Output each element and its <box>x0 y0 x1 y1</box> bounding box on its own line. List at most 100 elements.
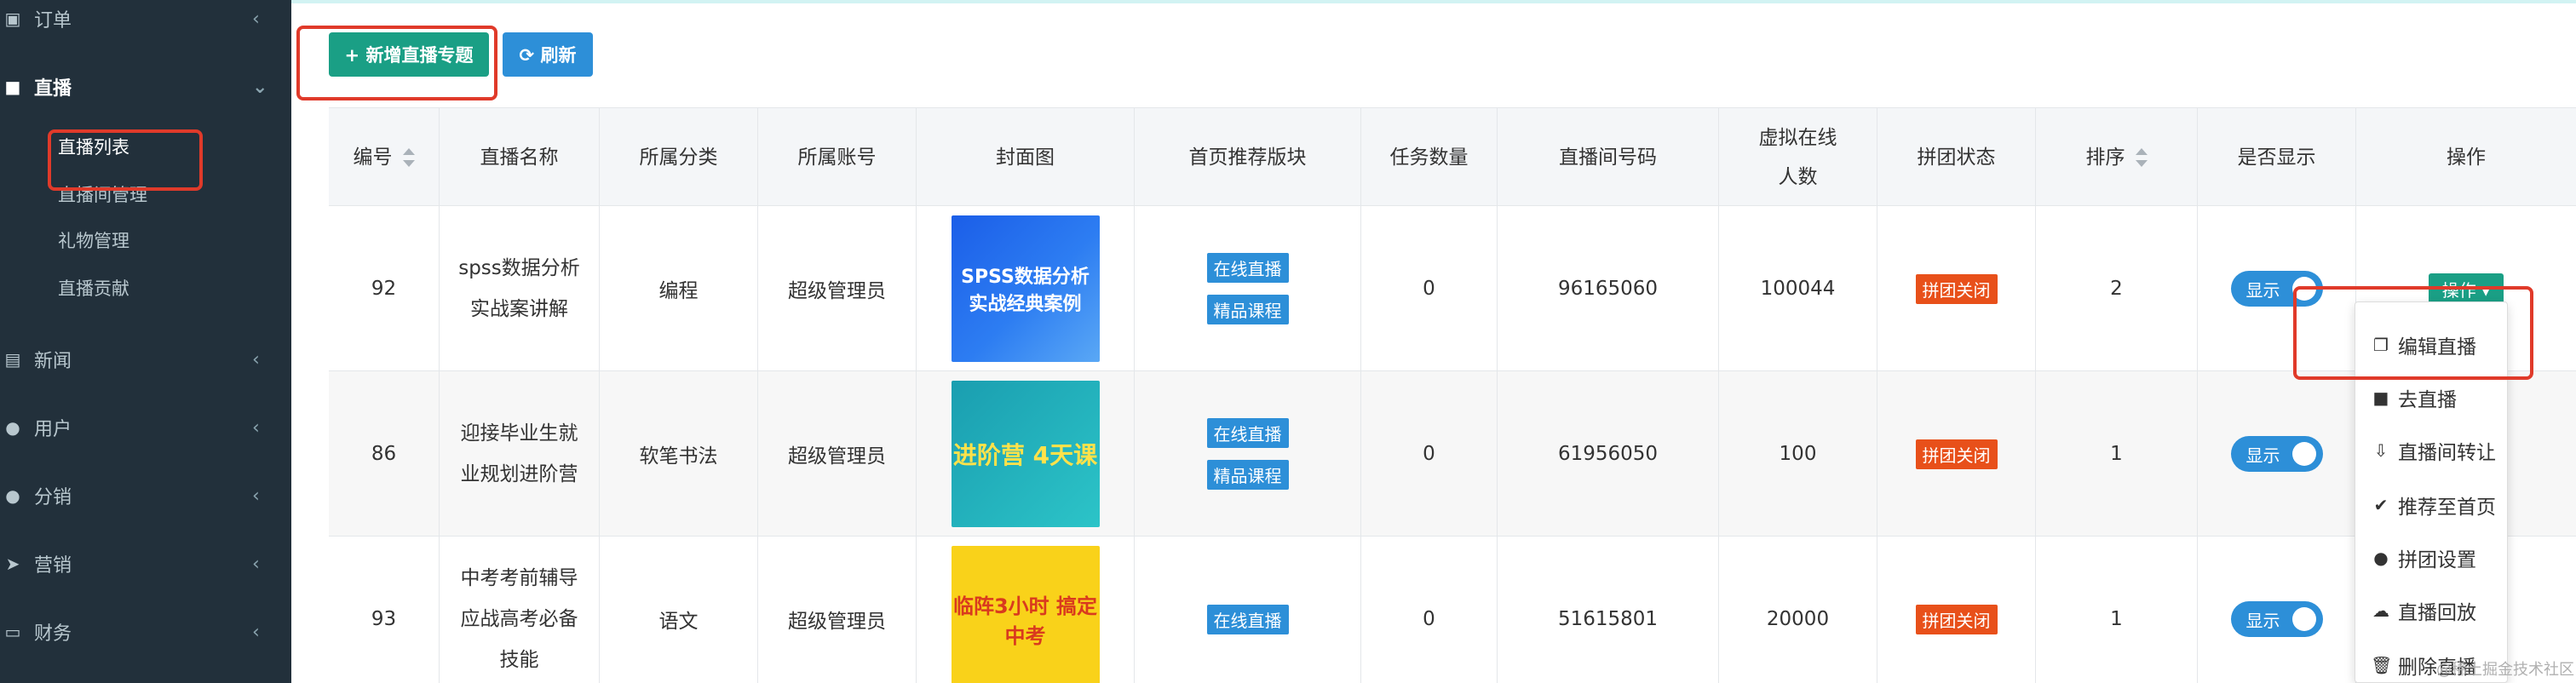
check-circle-icon: ✔ <box>2373 495 2389 515</box>
tag-online-live: 在线直播 <box>1206 253 1289 283</box>
money-icon: ▭ <box>4 622 21 642</box>
highlight-add-button <box>296 26 497 100</box>
cell-cover: 临阵3小时 搞定中考 <box>917 537 1135 683</box>
cell-visible: 显示 <box>2198 537 2356 683</box>
cell-recommend: 在线直播 <box>1135 537 1361 683</box>
group-status-badge: 拼团关闭 <box>1915 604 1998 634</box>
tag-premium-course: 精品课程 <box>1206 295 1289 324</box>
column-header-id[interactable]: 编号 <box>329 108 440 207</box>
menu-item-go-live[interactable]: ■ 去直播 <box>2371 381 2457 415</box>
sidebar-item-distribution[interactable]: ● 分销 ‹ <box>0 470 291 521</box>
cell-cover: SPSS数据分析 实战经典案例 <box>917 206 1135 371</box>
chevron-down-icon: ⌄ <box>252 76 268 98</box>
cover-image[interactable]: 临阵3小时 搞定中考 <box>951 546 1100 683</box>
cell-sort: 2 <box>2036 206 2198 371</box>
visible-toggle[interactable]: 显示 <box>2230 436 2323 472</box>
sidebar-item-live[interactable]: ■ 直播 ⌄ <box>0 61 291 112</box>
toggle-knob <box>2291 607 2316 631</box>
menu-item-replay[interactable]: ☁ 直播回放 <box>2371 594 2476 628</box>
column-header-category: 所属分类 <box>600 108 758 207</box>
cell-room-number: 96165060 <box>1498 206 1719 371</box>
chevron-left-icon: ‹ <box>252 553 260 575</box>
users-icon: ● <box>5 485 20 506</box>
paper-plane-icon: ➤ <box>5 554 20 574</box>
user-icon: ● <box>5 417 20 438</box>
tag-online-live: 在线直播 <box>1206 604 1289 634</box>
cell-name: 迎接毕业生就业规划进阶营 <box>440 371 600 537</box>
cell-id: 92 <box>329 206 440 371</box>
cell-sort: 1 <box>2036 371 2198 537</box>
chevron-left-icon: ‹ <box>252 8 260 30</box>
cell-account: 超级管理员 <box>758 537 917 683</box>
column-header-name: 直播名称 <box>440 108 600 207</box>
cell-tasks: 0 <box>1361 537 1498 683</box>
sort-icon[interactable] <box>402 148 415 167</box>
menu-item-group-settings[interactable]: ● 拼团设置 <box>2371 541 2476 575</box>
cell-name: 中考考前辅导应战高考必备技能 <box>440 537 600 683</box>
cell-cover: 进阶营 4天课 <box>917 371 1135 537</box>
live-name-text: spss数据分析实战案讲解 <box>458 257 580 320</box>
cell-sort: 1 <box>2036 537 2198 683</box>
cell-recommend: 在线直播 精品课程 <box>1135 371 1361 537</box>
column-header-group-status: 拼团状态 <box>1877 108 2036 207</box>
highlight-edit-live <box>2293 286 2533 380</box>
table-header: 编号 直播名称 所属分类 所属账号 封面图 首页推荐版块 任务数量 直播间号码 … <box>329 107 2576 207</box>
menu-item-recommend-home[interactable]: ✔ 推荐至首页 <box>2371 488 2496 522</box>
cell-room-number: 61956050 <box>1498 371 1719 537</box>
sidebar-item-users[interactable]: ● 用户 ‹ <box>0 402 291 453</box>
chevron-left-icon: ‹ <box>252 348 260 370</box>
sidebar-item-label: 营销 <box>34 555 72 577</box>
column-header-room-number: 直播间号码 <box>1498 108 1719 207</box>
sidebar-item-marketing[interactable]: ➤ 营销 ‹ <box>0 538 291 589</box>
video-icon: ■ <box>4 77 21 97</box>
image-icon: ▤ <box>4 349 21 370</box>
transfer-icon: ⇩ <box>2373 440 2389 461</box>
sidebar-subitem-contrib[interactable]: 直播贡献 <box>58 271 129 305</box>
cell-name: spss数据分析实战案讲解 <box>440 206 600 371</box>
cell-virtual-online: 20000 <box>1719 537 1877 683</box>
cover-image[interactable]: SPSS数据分析 实战经典案例 <box>951 215 1100 362</box>
highlight-live-list <box>48 129 203 191</box>
menu-item-transfer-room[interactable]: ⇩ 直播间转让 <box>2371 433 2496 468</box>
sort-icon[interactable] <box>2135 148 2148 167</box>
cell-id: 93 <box>329 537 440 683</box>
group-status-badge: 拼团关闭 <box>1915 273 1998 304</box>
chevron-left-icon: ‹ <box>252 416 260 439</box>
cloud-download-icon: ☁ <box>2372 600 2389 621</box>
sidebar-item-news[interactable]: ▤ 新闻 ‹ <box>0 334 291 385</box>
sidebar-item-label: 订单 <box>34 10 72 32</box>
cart-icon: ▣ <box>4 9 21 29</box>
table-row: 86 迎接毕业生就业规划进阶营 软笔书法 超级管理员 进阶营 4天课 在线直播 … <box>329 371 2576 537</box>
chevron-left-icon: ‹ <box>252 485 260 507</box>
refresh-button[interactable]: ⟳ 刷新 <box>503 32 593 77</box>
live-name-text: 中考考前辅导应战高考必备技能 <box>460 567 578 671</box>
cell-tasks: 0 <box>1361 206 1498 371</box>
cell-id: 86 <box>329 371 440 537</box>
table-row: 92 spss数据分析实战案讲解 编程 超级管理员 SPSS数据分析 实战经典案… <box>329 206 2576 371</box>
sidebar-item-orders[interactable]: ▣ 订单 ‹ <box>0 0 291 44</box>
column-header-recommend: 首页推荐版块 <box>1135 108 1361 207</box>
group-status-badge: 拼团关闭 <box>1915 439 1998 469</box>
cover-image[interactable]: 进阶营 4天课 <box>951 381 1100 527</box>
sidebar-item-label: 用户 <box>34 419 72 440</box>
tag-premium-course: 精品课程 <box>1206 460 1289 490</box>
top-divider <box>291 0 2576 3</box>
sidebar-subitem-gifts[interactable]: 礼物管理 <box>58 223 129 257</box>
trash-icon: 🗑 <box>2371 655 2393 675</box>
column-header-account: 所属账号 <box>758 108 917 207</box>
cell-recommend: 在线直播 精品课程 <box>1135 206 1361 371</box>
cell-group-status: 拼团关闭 <box>1877 206 2036 371</box>
sidebar: ▣ 订单 ‹ ■ 直播 ⌄ 直播列表 直播间管理 礼物管理 直播贡献 ▤ 新闻 … <box>0 0 291 683</box>
visible-toggle[interactable]: 显示 <box>2230 601 2323 637</box>
cell-virtual-online: 100044 <box>1719 206 1877 371</box>
cell-category: 语文 <box>600 537 758 683</box>
cell-account: 超级管理员 <box>758 371 917 537</box>
cell-tasks: 0 <box>1361 371 1498 537</box>
video-icon: ■ <box>2372 387 2389 408</box>
sidebar-item-finance[interactable]: ▭ 财务 ‹ <box>0 606 291 657</box>
column-header-sort[interactable]: 排序 <box>2036 108 2198 207</box>
sidebar-item-label: 新闻 <box>34 351 72 372</box>
tag-online-live: 在线直播 <box>1206 418 1289 448</box>
cell-category: 编程 <box>600 206 758 371</box>
live-name-text: 迎接毕业生就业规划进阶营 <box>460 422 578 485</box>
